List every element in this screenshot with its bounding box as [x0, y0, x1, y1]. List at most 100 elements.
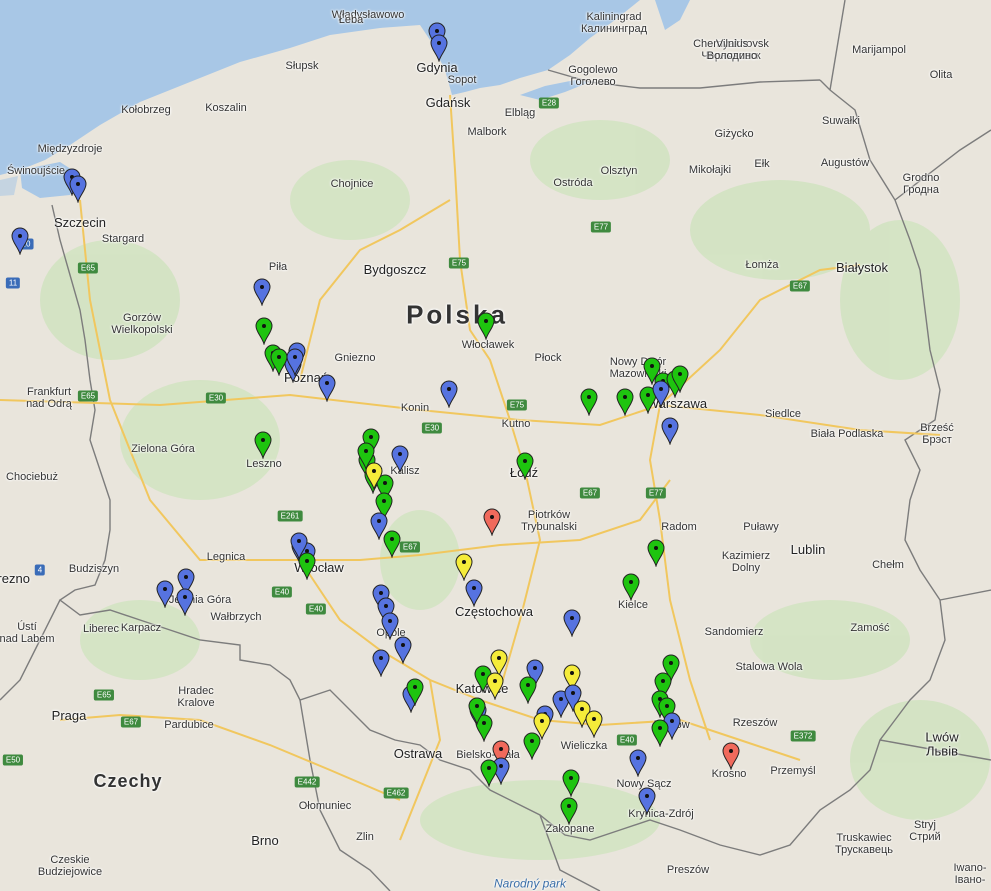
green-marker-icon[interactable]: [516, 452, 534, 480]
blue-marker-icon[interactable]: [176, 588, 194, 616]
road-shield: E67: [579, 487, 601, 499]
yellow-marker-icon[interactable]: [585, 710, 603, 738]
map-label: Budziszyn: [68, 562, 120, 575]
map-label: Gdańsk: [425, 94, 471, 110]
blue-marker-icon[interactable]: [652, 380, 670, 408]
map-label: Piotrków Trybunalski: [521, 508, 577, 533]
blue-marker-icon[interactable]: [394, 636, 412, 664]
blue-marker-icon[interactable]: [286, 348, 304, 376]
map-label: Olsztyn: [600, 164, 638, 177]
map-label: Chociebuż: [6, 470, 58, 483]
map-label: Lublin: [790, 541, 826, 557]
map-label: Grodno Гродна: [902, 171, 940, 196]
map-label: Elbląg: [504, 106, 536, 119]
map-label: Ostróda: [553, 176, 593, 189]
map-label: Karpacz: [120, 621, 162, 634]
green-marker-icon[interactable]: [622, 573, 640, 601]
road-shield: E40: [616, 734, 638, 746]
map-label: Wieliczka: [560, 739, 608, 752]
green-marker-icon[interactable]: [254, 431, 272, 459]
map-label: Preszów: [666, 863, 710, 876]
red-marker-icon[interactable]: [483, 508, 501, 536]
blue-marker-icon[interactable]: [638, 787, 656, 815]
map-label: Chełm: [872, 558, 904, 571]
map-label: Zlin: [356, 830, 374, 843]
green-marker-icon[interactable]: [480, 759, 498, 787]
road-shield: 11: [5, 277, 21, 289]
blue-marker-icon[interactable]: [318, 374, 336, 402]
map-label: Pardubice: [164, 718, 214, 731]
blue-marker-icon[interactable]: [156, 580, 174, 608]
green-marker-icon[interactable]: [357, 442, 375, 470]
map-label: Czechy: [93, 771, 163, 792]
blue-marker-icon[interactable]: [661, 417, 679, 445]
blue-marker-icon[interactable]: [465, 579, 483, 607]
yellow-marker-icon[interactable]: [486, 672, 504, 700]
blue-marker-icon[interactable]: [69, 175, 87, 203]
map-canvas[interactable]: Władysławowo Łeba Kaliningrad Калининград Gd…: [0, 0, 991, 891]
blue-marker-icon[interactable]: [391, 445, 409, 473]
road-shield: E77: [590, 221, 612, 233]
blue-marker-icon[interactable]: [290, 532, 308, 560]
map-label: Puławy: [743, 520, 779, 533]
red-marker-icon[interactable]: [722, 742, 740, 770]
green-marker-icon[interactable]: [647, 539, 665, 567]
map-label: Zielona Góra: [131, 442, 195, 455]
green-marker-icon[interactable]: [406, 678, 424, 706]
map-label: Iwano- Івано-: [953, 861, 987, 886]
map-label: Łeba: [338, 13, 364, 26]
map-label: Stalowa Wola: [735, 660, 803, 673]
map-label: Przemyśl: [770, 764, 816, 777]
map-label: Siedlce: [764, 407, 802, 420]
map-label: Gniezno: [334, 351, 376, 364]
map-label: Ústí nad Labem: [0, 620, 55, 645]
map-label: Wałbrzych: [210, 610, 262, 623]
map-label: Truskawiec Трускавець: [834, 831, 894, 856]
map-label: Gogolewo Гоголево: [568, 63, 618, 88]
road-shield: E50: [2, 754, 24, 766]
map-label: Giżycko: [714, 127, 754, 140]
map-label: Legnica: [206, 550, 246, 563]
blue-marker-icon[interactable]: [440, 380, 458, 408]
road-shield: E77: [645, 487, 667, 499]
map-label: Frankfurt nad Odrą: [26, 385, 72, 410]
map-label: Stargard: [101, 232, 145, 245]
map-label: Liberec: [82, 622, 120, 635]
road-shield: E65: [77, 262, 99, 274]
blue-marker-icon[interactable]: [629, 749, 647, 777]
green-marker-icon[interactable]: [671, 365, 689, 393]
map-label: Mikołajki: [688, 163, 732, 176]
map-label: Kołobrzeg: [121, 103, 171, 116]
map-label: Marijampol: [852, 43, 906, 56]
green-marker-icon[interactable]: [468, 697, 486, 725]
green-marker-icon[interactable]: [560, 797, 578, 825]
map-label: Rzeszów: [732, 716, 778, 729]
map-label: Praga: [51, 707, 87, 723]
road-shield: 4: [34, 564, 46, 576]
map-label: Koszalin: [205, 101, 247, 114]
map-label: Malbork: [467, 125, 507, 138]
map-label: Szczecin: [53, 214, 107, 230]
map-label: Słupsk: [285, 59, 319, 72]
yellow-marker-icon[interactable]: [533, 712, 551, 740]
green-marker-icon[interactable]: [562, 769, 580, 797]
map-label: Białystok: [835, 259, 889, 275]
blue-marker-icon[interactable]: [563, 609, 581, 637]
road-shield: E65: [93, 689, 115, 701]
blue-marker-icon[interactable]: [253, 278, 271, 306]
green-marker-icon[interactable]: [255, 317, 273, 345]
map-label: Łomża: [745, 258, 779, 271]
green-marker-icon[interactable]: [477, 312, 495, 340]
green-marker-icon[interactable]: [616, 388, 634, 416]
green-marker-icon[interactable]: [519, 676, 537, 704]
blue-marker-icon[interactable]: [430, 34, 448, 62]
green-marker-icon[interactable]: [651, 719, 669, 747]
yellow-marker-icon[interactable]: [455, 553, 473, 581]
road-shield: E67: [789, 280, 811, 292]
green-marker-icon[interactable]: [580, 388, 598, 416]
blue-marker-icon[interactable]: [11, 227, 29, 255]
map-label: Konin: [400, 401, 430, 414]
map-label: Płock: [534, 351, 562, 364]
blue-marker-icon[interactable]: [372, 649, 390, 677]
green-marker-icon[interactable]: [383, 530, 401, 558]
